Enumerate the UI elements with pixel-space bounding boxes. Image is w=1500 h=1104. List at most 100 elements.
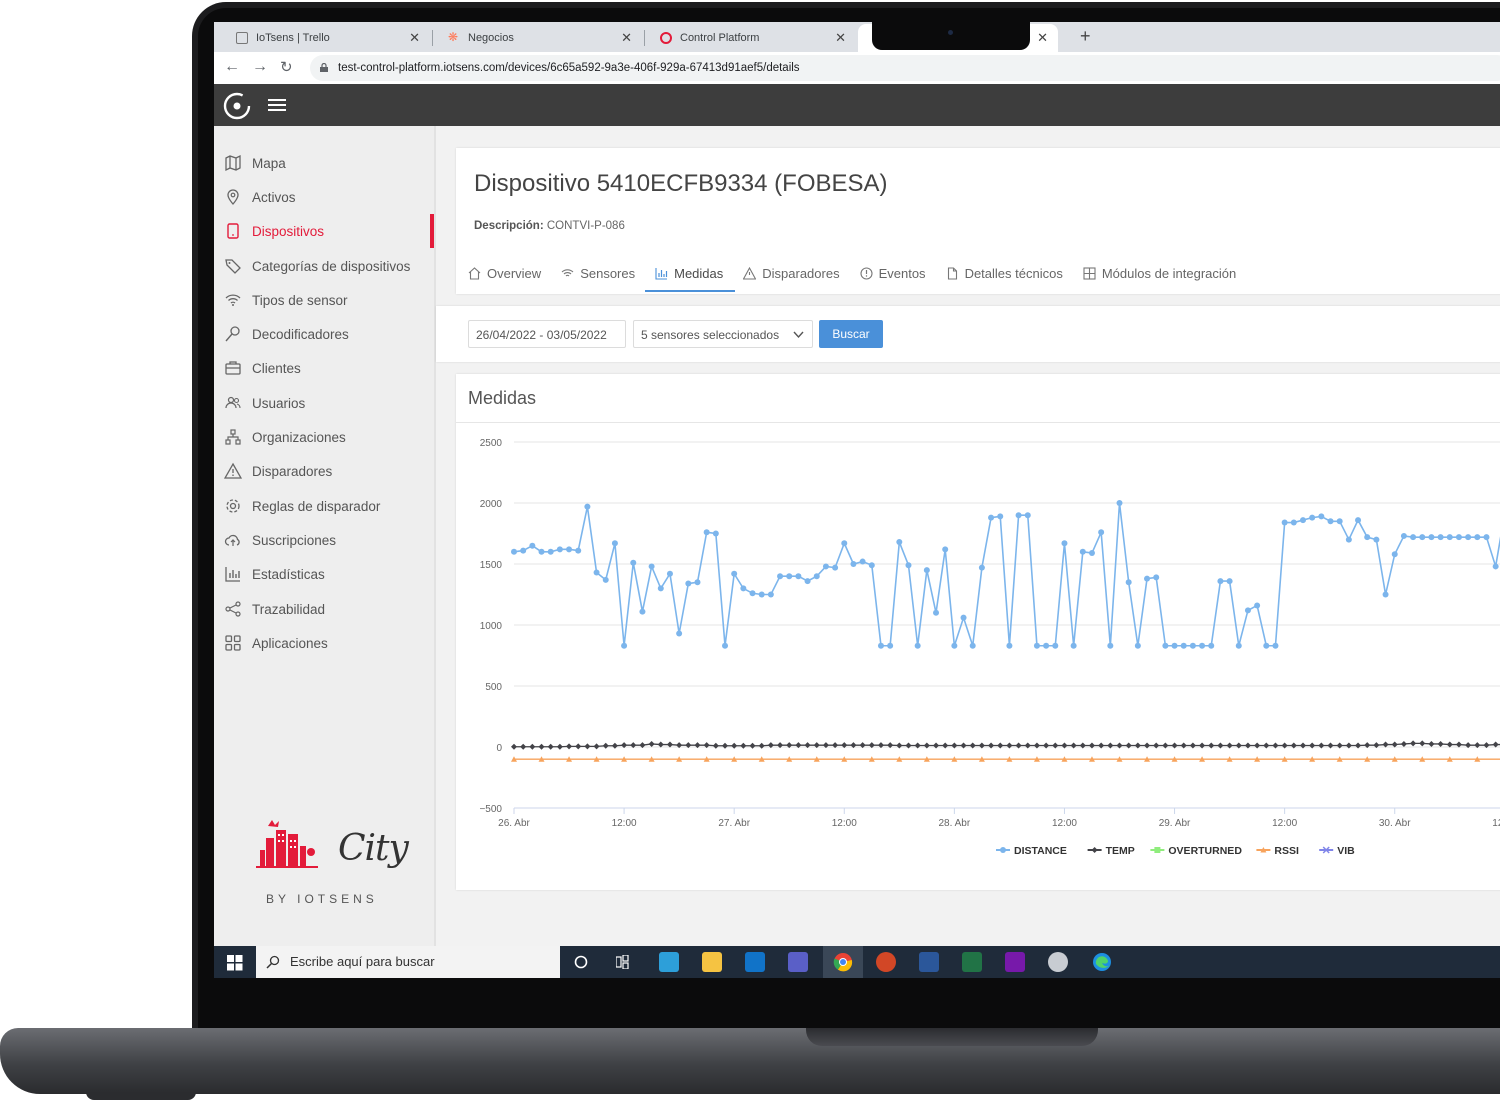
tab-label: Sensores — [580, 265, 636, 281]
y-tick-label: 2500 — [480, 438, 503, 449]
chrome-icon[interactable] — [833, 952, 853, 972]
close-icon[interactable]: ✕ — [409, 30, 420, 46]
powerpoint-icon[interactable] — [876, 952, 896, 972]
tab-label: Negocios — [468, 32, 514, 44]
tab-modulos-integracion[interactable]: Módulos de integración — [1083, 256, 1248, 290]
store-icon[interactable] — [659, 952, 679, 972]
data-point — [1355, 742, 1362, 749]
browser-tab-control-platform[interactable]: Control Platform ✕ — [644, 24, 856, 52]
data-point — [657, 585, 664, 592]
data-point — [1299, 517, 1306, 524]
data-point — [547, 743, 554, 750]
sidebar-item-dispositivos[interactable]: Dispositivos — [224, 220, 324, 242]
detail-tabs: Overview Sensores Medidas Disparadores E… — [468, 256, 1256, 292]
bar-chart-icon — [655, 267, 668, 280]
iotsens-icon — [660, 32, 672, 44]
data-point — [1336, 518, 1343, 525]
back-icon[interactable]: ← — [224, 58, 240, 76]
sidebar-item-aplicaciones[interactable]: Aplicaciones — [224, 632, 328, 654]
forward-icon[interactable]: → — [252, 58, 268, 76]
tab-eventos[interactable]: Eventos — [860, 256, 938, 290]
data-point — [1006, 742, 1013, 749]
sidebar-item-clientes[interactable]: Clientes — [224, 357, 301, 379]
data-point — [538, 548, 545, 555]
y-tick-label: 0 — [496, 743, 502, 754]
tab-overview[interactable]: Overview — [468, 256, 553, 290]
share-icon — [225, 601, 241, 617]
url-text: test-control-platform.iotsens.com/device… — [338, 62, 800, 74]
data-point — [1153, 574, 1160, 581]
laptop-base — [0, 1028, 1500, 1094]
data-point — [556, 546, 563, 553]
device-icon — [227, 223, 239, 239]
new-tab-icon[interactable]: + — [1080, 26, 1091, 47]
data-point — [832, 564, 839, 571]
data-point — [1410, 740, 1417, 747]
description-value: CONTVI-P-086 — [546, 220, 625, 232]
y-tick-label: −500 — [479, 804, 502, 815]
data-point — [1281, 742, 1288, 749]
data-point — [1189, 742, 1196, 749]
tab-detalles-tecnicos[interactable]: Detalles técnicos — [946, 256, 1075, 290]
data-point — [712, 742, 719, 749]
sensor-select[interactable]: 5 sensores seleccionados — [633, 320, 813, 348]
outlook-icon[interactable] — [745, 952, 765, 972]
onenote-icon[interactable] — [1005, 952, 1025, 972]
file-explorer-icon[interactable] — [702, 952, 722, 972]
sidebar-item-activos[interactable]: Activos — [224, 186, 296, 208]
x-tick-label: 28. Abr — [939, 818, 971, 829]
data-point — [1134, 642, 1141, 649]
sidebar-item-trazabilidad[interactable]: Trazabilidad — [224, 598, 325, 620]
data-point — [988, 514, 995, 521]
sidebar-item-estadisticas[interactable]: Estadísticas — [224, 563, 325, 585]
tab-disparadores[interactable]: Disparadores — [743, 256, 851, 290]
close-icon[interactable]: ✕ — [835, 30, 846, 46]
sidebar-item-disparadores[interactable]: Disparadores — [224, 460, 332, 482]
data-point — [575, 743, 582, 750]
taskbar-search-input[interactable]: Escribe aquí para buscar — [256, 946, 560, 978]
data-point — [1281, 519, 1288, 526]
data-point — [685, 580, 692, 587]
data-point — [648, 740, 655, 747]
sidebar-item-tipos-sensor[interactable]: Tipos de sensor — [224, 289, 348, 311]
cortana-icon[interactable] — [574, 955, 588, 969]
data-point — [520, 743, 527, 750]
measurements-chart: −500 0 500 1000 1500 2000 2500 26. Abr 12:00 27. … — [479, 438, 1500, 857]
browser-tab-trello[interactable]: IoTsens | Trello ✕ — [220, 24, 430, 52]
edge-icon[interactable] — [1092, 952, 1112, 972]
windows-start-icon[interactable] — [227, 955, 243, 971]
task-view-icon[interactable] — [616, 955, 632, 969]
browser-tab-negocios[interactable]: ❋ Negocios ✕ — [432, 24, 642, 52]
data-point — [933, 609, 940, 616]
sidebar-item-reglas[interactable]: Reglas de disparador — [224, 495, 380, 517]
tab-medidas[interactable]: Medidas — [645, 256, 736, 292]
excel-icon[interactable] — [962, 952, 982, 972]
tab-sensores[interactable]: Sensores — [561, 256, 647, 290]
teams-icon[interactable] — [788, 952, 808, 972]
data-point — [611, 540, 618, 547]
search-button[interactable]: Buscar — [819, 320, 883, 348]
gear-icon — [226, 499, 240, 513]
iotsens-logo-icon[interactable] — [223, 92, 251, 120]
sidebar-item-suscripciones[interactable]: Suscripciones — [224, 529, 336, 551]
data-point — [1492, 563, 1499, 570]
date-range-input[interactable]: 26/04/2022 - 03/05/2022 — [468, 320, 626, 348]
sidebar-item-categorias[interactable]: Categorías de dispositivos — [224, 255, 410, 277]
close-icon[interactable]: ✕ — [1037, 30, 1048, 46]
url-field[interactable]: test-control-platform.iotsens.com/device… — [310, 55, 1500, 81]
close-icon[interactable]: ✕ — [621, 30, 632, 46]
data-point — [1116, 500, 1123, 506]
sidebar-item-decodificadores[interactable]: Decodificadores — [224, 323, 349, 345]
sidebar-item-usuarios[interactable]: Usuarios — [224, 392, 305, 414]
word-icon[interactable] — [919, 952, 939, 972]
snipping-tool-icon[interactable] — [1048, 952, 1068, 972]
sidebar-item-organizaciones[interactable]: Organizaciones — [224, 426, 346, 448]
x-tick-label: 12:00 — [1492, 818, 1500, 829]
hamburger-menu-icon[interactable] — [268, 98, 286, 112]
legend-label: TEMP — [1106, 845, 1135, 857]
reload-icon[interactable]: ↻ — [280, 58, 293, 76]
sidebar-item-mapa[interactable]: Mapa — [224, 152, 286, 174]
data-point — [694, 579, 701, 586]
data-point — [584, 743, 591, 750]
tab-label: Control Platform — [680, 32, 760, 44]
